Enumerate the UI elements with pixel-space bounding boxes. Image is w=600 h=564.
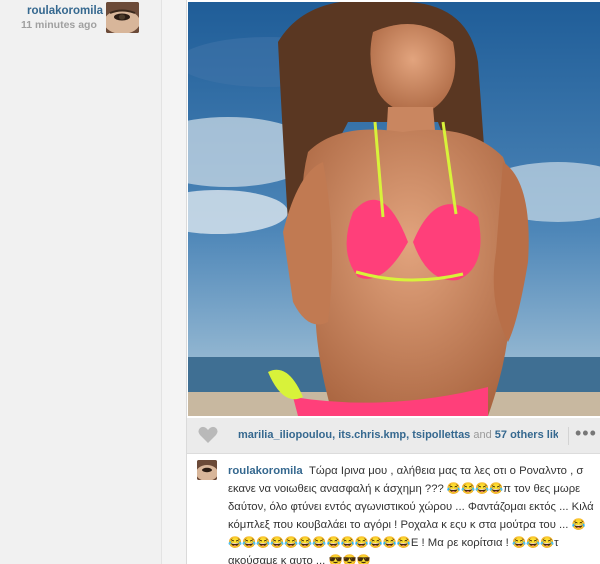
likes-bar: marilia_iliopoulou, its.chris.kmp, tsipo… xyxy=(187,418,600,454)
avatar[interactable] xyxy=(197,460,217,480)
more-options-icon[interactable]: ••• xyxy=(568,424,598,445)
post-meta-column: roulakoromila 11 minutes ago xyxy=(0,0,162,564)
comment-row: roulakoromila Τώρα Ιρινα μου , αλήθεια μ… xyxy=(187,455,600,564)
liker-link[interactable]: tsipollettas xyxy=(412,429,470,441)
post-username-link[interactable]: roulakoromila xyxy=(27,5,103,17)
post-card: marilia_iliopoulou, its.chris.kmp, tsipo… xyxy=(186,0,600,564)
instagram-post-page: roulakoromila 11 minutes ago marilia_ili… xyxy=(0,0,600,564)
liker-link[interactable]: its.chris.kmp xyxy=(338,429,406,441)
others-count-link[interactable]: 57 others lik... xyxy=(495,429,558,441)
comment-text: Τώρα Ιρινα μου , αλήθεια μας τα λες οτι … xyxy=(228,465,594,564)
heart-icon[interactable] xyxy=(197,425,219,445)
post-header: roulakoromila 11 minutes ago xyxy=(0,0,162,36)
avatar[interactable] xyxy=(106,2,139,33)
post-timestamp: 11 minutes ago xyxy=(21,19,97,31)
likes-and: and xyxy=(473,429,492,441)
comment-body: roulakoromila Τώρα Ιρινα μου , αλήθεια μ… xyxy=(228,462,594,564)
post-photo[interactable] xyxy=(188,2,600,416)
comment-username-link[interactable]: roulakoromila xyxy=(228,465,303,477)
liker-link[interactable]: marilia_iliopoulou xyxy=(238,429,332,441)
likes-summary: marilia_iliopoulou, its.chris.kmp, tsipo… xyxy=(238,429,558,441)
